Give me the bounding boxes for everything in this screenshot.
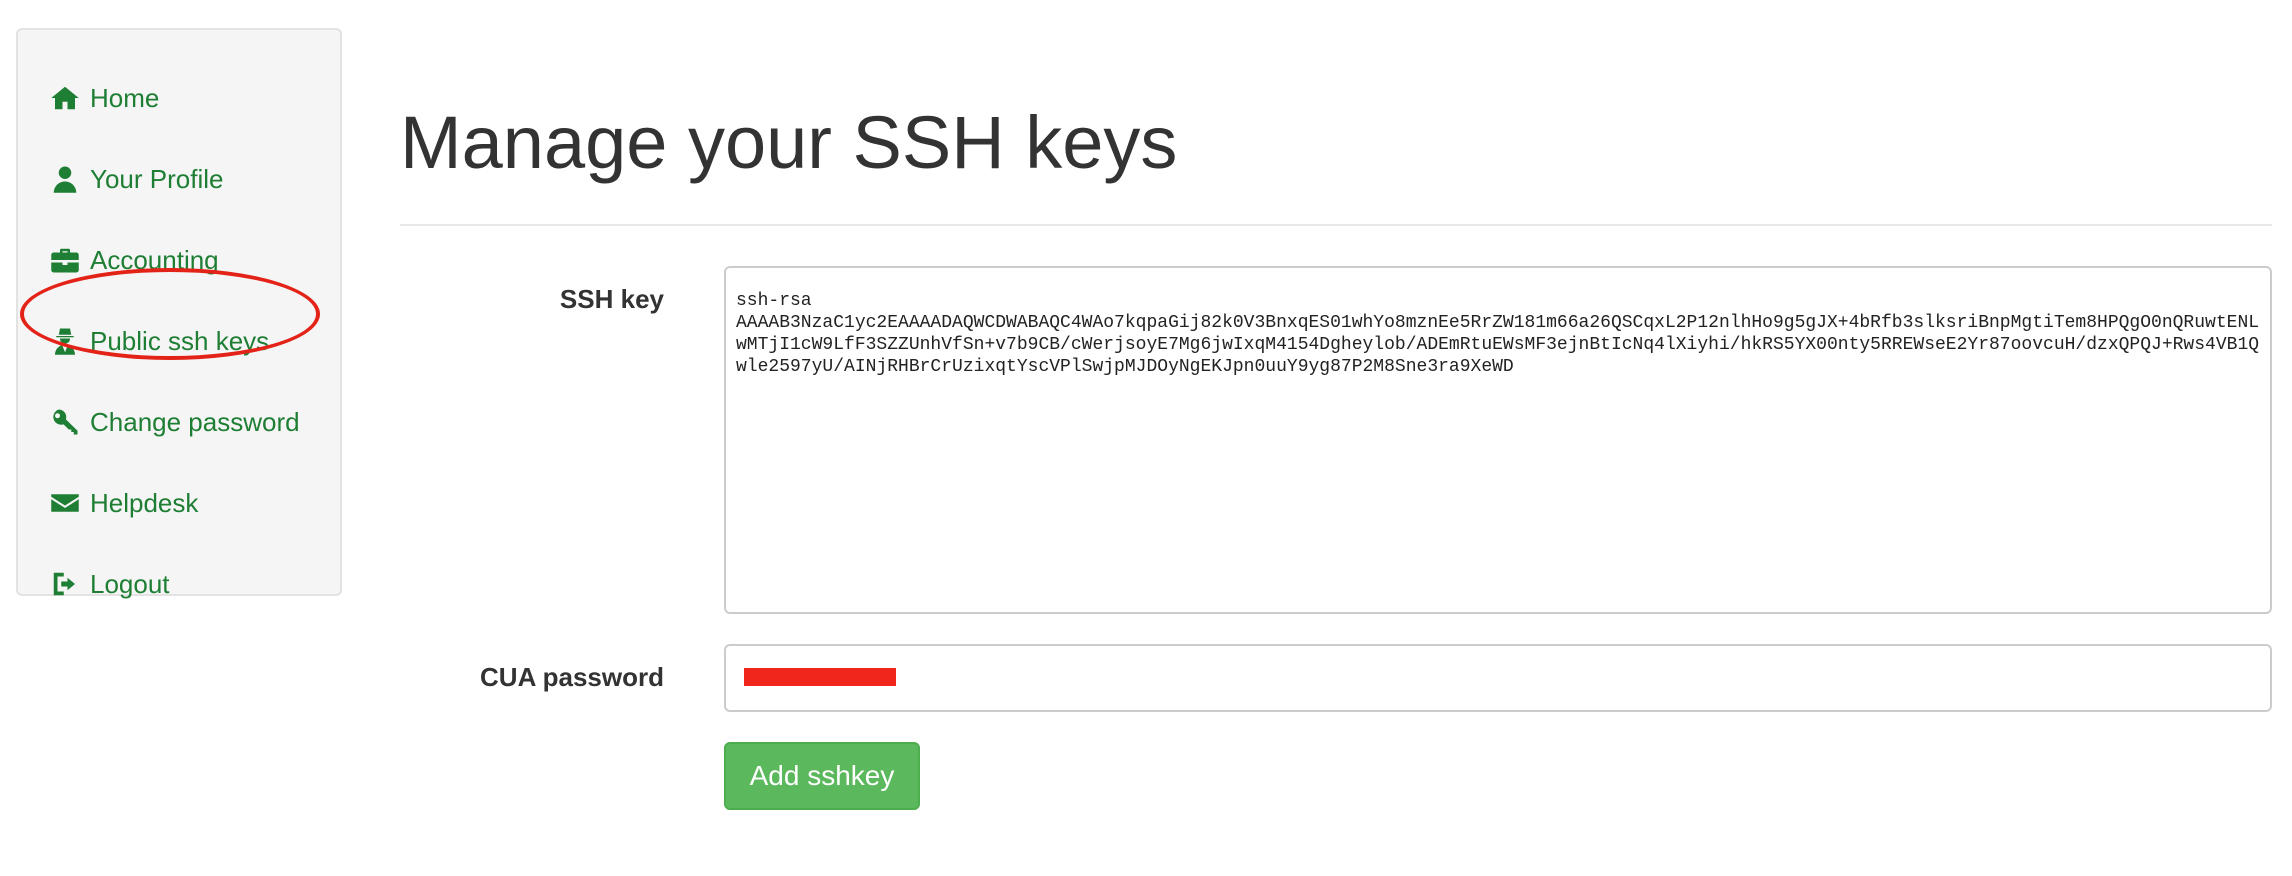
sidebar-item-label: Helpdesk xyxy=(90,487,199,518)
sidebar-item-label: Logout xyxy=(90,568,170,599)
sidebar-item-logout[interactable]: Logout xyxy=(48,560,170,608)
cua-password-input[interactable] xyxy=(726,646,2270,710)
user-secret-icon xyxy=(48,324,82,358)
sidebar-item-helpdesk[interactable]: Helpdesk xyxy=(48,479,198,527)
add-sshkey-button[interactable]: Add sshkey xyxy=(724,742,920,810)
sidebar-item-profile[interactable]: Your Profile xyxy=(48,155,223,203)
ssh-key-textarea[interactable]: ssh-rsa AAAAB3NzaC1yc2EAAAADAQWCDWABAQC4… xyxy=(724,266,2272,614)
divider xyxy=(400,224,2272,226)
sidebar-item-home[interactable]: Home xyxy=(48,74,159,122)
cua-password-label: CUA password xyxy=(480,662,664,692)
cua-password-field[interactable] xyxy=(724,644,2272,712)
ssh-key-label: SSH key xyxy=(559,284,664,314)
briefcase-icon xyxy=(48,243,82,277)
sign-out-icon xyxy=(48,567,82,601)
sidebar-item-label: Accounting xyxy=(90,244,219,275)
home-icon xyxy=(48,81,82,115)
sidebar-item-public-ssh-keys[interactable]: Public ssh keys xyxy=(48,317,269,365)
redaction-mark xyxy=(744,668,896,686)
envelope-icon xyxy=(48,486,82,520)
page-title: Manage your SSH keys xyxy=(400,101,1178,184)
sidebar: Home Your Profile Accounting Public ssh … xyxy=(16,28,342,599)
sidebar-item-label: Change password xyxy=(90,406,300,437)
sidebar-item-label: Your Profile xyxy=(90,163,224,194)
sidebar-item-accounting[interactable]: Accounting xyxy=(48,236,219,284)
user-icon xyxy=(48,162,82,196)
sidebar-item-change-password[interactable]: Change password xyxy=(48,398,300,446)
key-icon xyxy=(48,405,82,439)
sidebar-item-label: Home xyxy=(90,82,160,113)
sidebar-item-label: Public ssh keys xyxy=(90,325,270,356)
